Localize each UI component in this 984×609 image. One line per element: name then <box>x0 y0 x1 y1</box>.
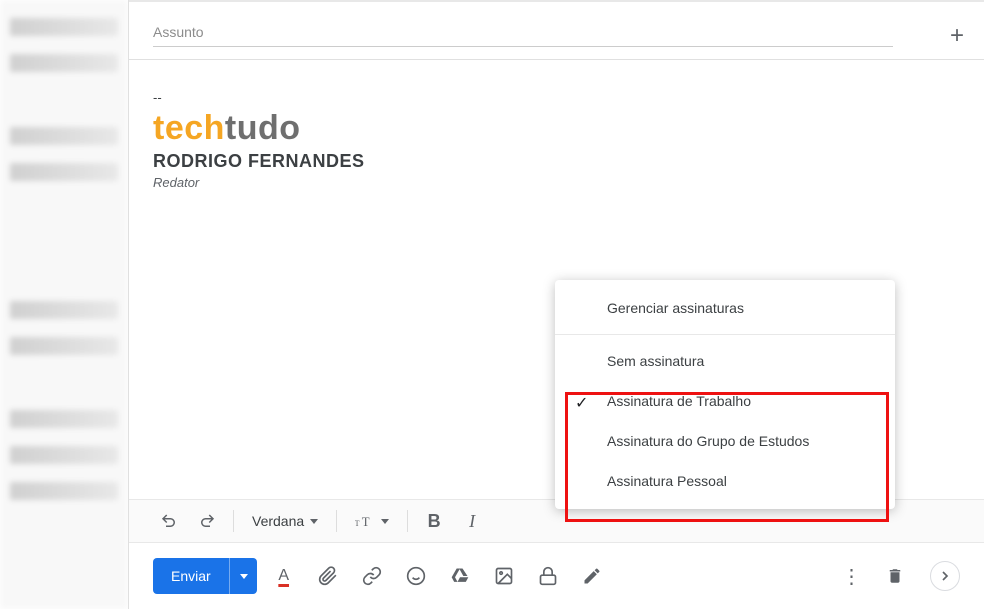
menu-item-label: Assinatura do Grupo de Estudos <box>607 433 809 449</box>
bold-button[interactable]: B <box>418 505 450 537</box>
menu-item-manage-signatures[interactable]: Gerenciar assinaturas <box>555 288 895 328</box>
logo-part-orange: tech <box>153 109 225 147</box>
send-button-label: Enviar <box>153 558 229 594</box>
menu-item-signature-studies[interactable]: Assinatura do Grupo de Estudos <box>555 421 895 461</box>
insert-emoji-button[interactable] <box>399 559 433 593</box>
menu-item-label: Sem assinatura <box>607 353 704 369</box>
attach-file-button[interactable] <box>311 559 345 593</box>
text-color-button[interactable]: A <box>267 559 301 593</box>
menu-item-label: Assinatura de Trabalho <box>607 393 751 409</box>
signature-logo: techtudo <box>153 109 960 148</box>
expand-button[interactable] <box>930 561 960 591</box>
svg-text:T: T <box>362 515 370 529</box>
font-family-select[interactable]: Verdana <box>244 505 326 537</box>
italic-button[interactable]: I <box>456 505 488 537</box>
insert-drive-button[interactable] <box>443 559 477 593</box>
signature-menu: Gerenciar assinaturas Sem assinatura ✓ A… <box>555 280 895 509</box>
undo-button[interactable] <box>153 505 185 537</box>
menu-item-signature-personal[interactable]: Assinatura Pessoal <box>555 461 895 501</box>
redo-button[interactable] <box>191 505 223 537</box>
svg-text:T: T <box>355 519 360 528</box>
confidential-mode-button[interactable] <box>531 559 565 593</box>
subject-row: + <box>129 2 984 60</box>
chevron-down-icon <box>310 519 318 524</box>
menu-item-signature-work[interactable]: ✓ Assinatura de Trabalho <box>555 381 895 421</box>
check-icon: ✓ <box>575 393 588 413</box>
insert-link-button[interactable] <box>355 559 389 593</box>
subject-input[interactable] <box>153 18 893 47</box>
add-recipients-button[interactable]: + <box>950 22 964 50</box>
insert-photo-button[interactable] <box>487 559 521 593</box>
font-size-select[interactable]: TT <box>347 505 397 537</box>
font-size-icon: TT <box>355 513 375 529</box>
insert-signature-button[interactable] <box>575 559 609 593</box>
more-options-button[interactable]: ⋮ <box>834 559 868 593</box>
send-button[interactable]: Enviar <box>153 558 257 594</box>
menu-divider <box>555 334 895 335</box>
send-row: Enviar A ⋮ <box>129 543 984 609</box>
font-family-label: Verdana <box>252 513 304 529</box>
chevron-down-icon <box>381 519 389 524</box>
discard-draft-button[interactable] <box>878 559 912 593</box>
signature-separator: -- <box>153 90 960 105</box>
signature-name: RODRIGO FERNANDES <box>153 151 960 172</box>
logo-part-gray: tudo <box>225 109 301 147</box>
chevron-down-icon <box>240 574 248 579</box>
signature-role: Redator <box>153 175 960 190</box>
send-options-dropdown[interactable] <box>229 558 257 594</box>
menu-item-label: Gerenciar assinaturas <box>607 300 744 316</box>
menu-item-label: Assinatura Pessoal <box>607 473 727 489</box>
sidebar-blurred <box>0 0 128 609</box>
menu-item-no-signature[interactable]: Sem assinatura <box>555 341 895 381</box>
text-color-icon: A <box>278 567 289 585</box>
